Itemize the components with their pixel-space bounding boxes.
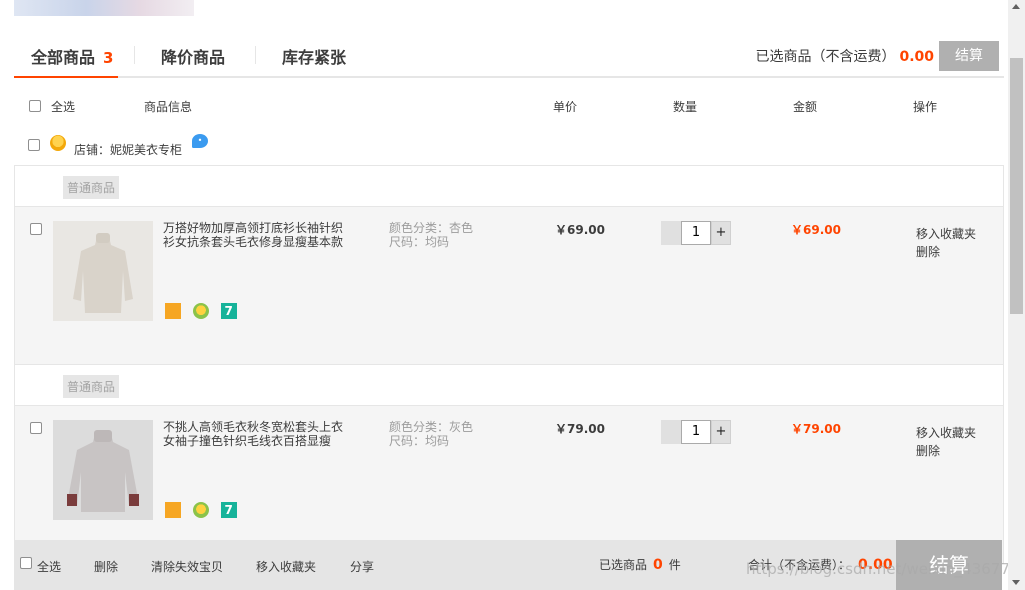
watermark-url: https://blog.csdn.net/weixin_43677567 xyxy=(746,560,1025,578)
scroll-down-arrow-icon[interactable] xyxy=(1012,580,1020,585)
chat-bubble-icon[interactable]: • xyxy=(192,134,208,148)
scrollbar-thumb[interactable] xyxy=(1010,58,1023,314)
shop-name[interactable]: 店铺：妮妮美衣专柜 xyxy=(74,141,182,158)
seven-day-return-icon[interactable]: 7 xyxy=(220,502,237,518)
cart-item: 普通商品 万搭好物加厚高领打底衫长袖针织衫女抗条套头毛衣修身显瘦基本款 7 颜色… xyxy=(14,165,1004,365)
footer-move-favorites-button[interactable]: 移入收藏夹 xyxy=(256,558,316,575)
item-tag-row: 普通商品 xyxy=(15,166,1003,206)
footer-clear-invalid-button[interactable]: 清除失效宝贝 xyxy=(151,558,223,575)
item-color: 颜色分类：杏色 xyxy=(389,221,474,235)
flower-badge-icon[interactable] xyxy=(192,502,209,518)
quantity-stepper: 1 + xyxy=(661,420,731,444)
footer-delete-button[interactable]: 删除 xyxy=(94,558,118,575)
quantity-input[interactable]: 1 xyxy=(681,420,711,444)
footer-select-all-checkbox[interactable] xyxy=(20,557,32,569)
item-body: 万搭好物加厚高领打底衫长袖针织衫女抗条套头毛衣修身显瘦基本款 7 颜色分类：杏色… xyxy=(15,206,1003,364)
quantity-input[interactable]: 1 xyxy=(681,221,711,245)
item-thumbnail[interactable] xyxy=(53,420,153,520)
item-size: 尺码：均码 xyxy=(389,434,450,448)
scroll-up-arrow-icon[interactable] xyxy=(1012,4,1020,9)
item-title-link[interactable]: 万搭好物加厚高领打底衫长袖针织衫女抗条套头毛衣修身显瘦基本款 xyxy=(163,221,353,249)
credit-card-icon[interactable] xyxy=(165,303,181,319)
item-total: ￥79.00 xyxy=(791,422,841,436)
item-color: 颜色分类：灰色 xyxy=(389,420,474,434)
shop-gold-icon xyxy=(50,135,66,151)
quantity-stepper: 1 + xyxy=(661,221,731,245)
move-to-favorites-link[interactable]: 移入收藏夹 xyxy=(916,225,976,243)
header-item-info: 商品信息 xyxy=(144,100,193,114)
move-to-favorites-link[interactable]: 移入收藏夹 xyxy=(916,424,976,442)
quantity-increase-button[interactable]: + xyxy=(711,420,731,444)
item-properties: 颜色分类：杏色 尺码：均码 xyxy=(389,221,473,249)
cart-item: 普通商品 不挑人高领毛衣秋冬宽松套头上衣女袖子撞色针织毛线衣百搭显瘦 7 颜色分… xyxy=(14,364,1004,564)
item-checkbox[interactable] xyxy=(30,422,42,434)
shop-row: 店铺：妮妮美衣专柜 • xyxy=(14,132,1004,162)
header-action: 操作 xyxy=(913,100,938,114)
tab-all-items-count: 3 xyxy=(103,49,114,67)
footer-selected-unit: 件 xyxy=(668,558,681,572)
tab-separator xyxy=(255,46,256,64)
item-thumbnail[interactable] xyxy=(53,221,153,321)
tab-all-items[interactable]: 全部商品 3 xyxy=(31,44,113,68)
header-quantity: 数量 xyxy=(673,100,698,114)
flower-badge-icon[interactable] xyxy=(192,303,209,319)
item-checkbox[interactable] xyxy=(30,223,42,235)
seven-day-return-icon[interactable]: 7 xyxy=(220,303,237,319)
cart-tabs: 全部商品 3 降价商品 库存紧张 已选商品（不含运费） 0.00 结算 xyxy=(14,36,1004,78)
item-actions: 移入收藏夹 删除 xyxy=(916,424,976,460)
credit-card-icon[interactable] xyxy=(165,502,181,518)
item-tag: 普通商品 xyxy=(63,176,120,199)
cart-page: 全部商品 3 降价商品 库存紧张 已选商品（不含运费） 0.00 结算 全选 商品信… xyxy=(0,0,1025,590)
footer-selected-label: 已选商品 xyxy=(599,558,648,572)
footer-share-button[interactable]: 分享 xyxy=(350,558,374,575)
tab-price-drop[interactable]: 降价商品 xyxy=(161,44,225,68)
tab-price-drop-label: 降价商品 xyxy=(161,48,226,67)
page-scrollbar[interactable] xyxy=(1008,0,1025,590)
item-service-badges: 7 xyxy=(165,303,245,319)
footer-selected-summary: 已选商品 0 件 xyxy=(599,556,681,573)
item-tag-row: 普通商品 xyxy=(15,365,1003,405)
shop-checkbox[interactable] xyxy=(28,139,40,151)
item-actions: 移入收藏夹 删除 xyxy=(916,225,976,261)
item-unit-price: ￥69.00 xyxy=(555,223,605,237)
item-title-link[interactable]: 不挑人高领毛衣秋冬宽松套头上衣女袖子撞色针织毛线衣百搭显瘦 xyxy=(163,420,353,448)
top-banner-image xyxy=(14,0,194,16)
cart-table-header: 全选 商品信息 单价 数量 金额 操作 xyxy=(14,90,1004,120)
item-total: ￥69.00 xyxy=(791,223,841,237)
top-checkout-button[interactable]: 结算 xyxy=(939,41,999,71)
quantity-increase-button[interactable]: + xyxy=(711,221,731,245)
select-all-checkbox[interactable] xyxy=(29,98,41,112)
footer-select-all-label[interactable]: 全选 xyxy=(37,558,61,575)
header-select-all: 全选 xyxy=(51,100,76,114)
quantity-decrease-button[interactable] xyxy=(661,420,681,444)
tab-all-items-label: 全部商品 xyxy=(31,48,96,67)
tab-separator xyxy=(134,46,135,64)
quantity-decrease-button[interactable] xyxy=(661,221,681,245)
item-unit-price: ￥79.00 xyxy=(555,422,605,436)
header-amount: 金额 xyxy=(793,100,818,114)
item-service-badges: 7 xyxy=(165,502,245,518)
item-properties: 颜色分类：灰色 尺码：均码 xyxy=(389,420,473,448)
item-size: 尺码：均码 xyxy=(389,235,450,249)
top-selected-label: 已选商品（不含运费） xyxy=(755,49,896,65)
active-tab-underline xyxy=(14,76,118,78)
item-tag: 普通商品 xyxy=(63,375,120,398)
top-selected-summary: 已选商品（不含运费） 0.00 xyxy=(755,46,934,66)
delete-link[interactable]: 删除 xyxy=(916,243,976,261)
tab-low-stock-label: 库存紧张 xyxy=(282,48,347,67)
footer-selected-count: 0 xyxy=(653,557,663,573)
top-selected-amount: 0.00 xyxy=(899,49,934,65)
delete-link[interactable]: 删除 xyxy=(916,442,976,460)
header-unit-price: 单价 xyxy=(553,100,578,114)
tab-low-stock[interactable]: 库存紧张 xyxy=(282,44,346,68)
